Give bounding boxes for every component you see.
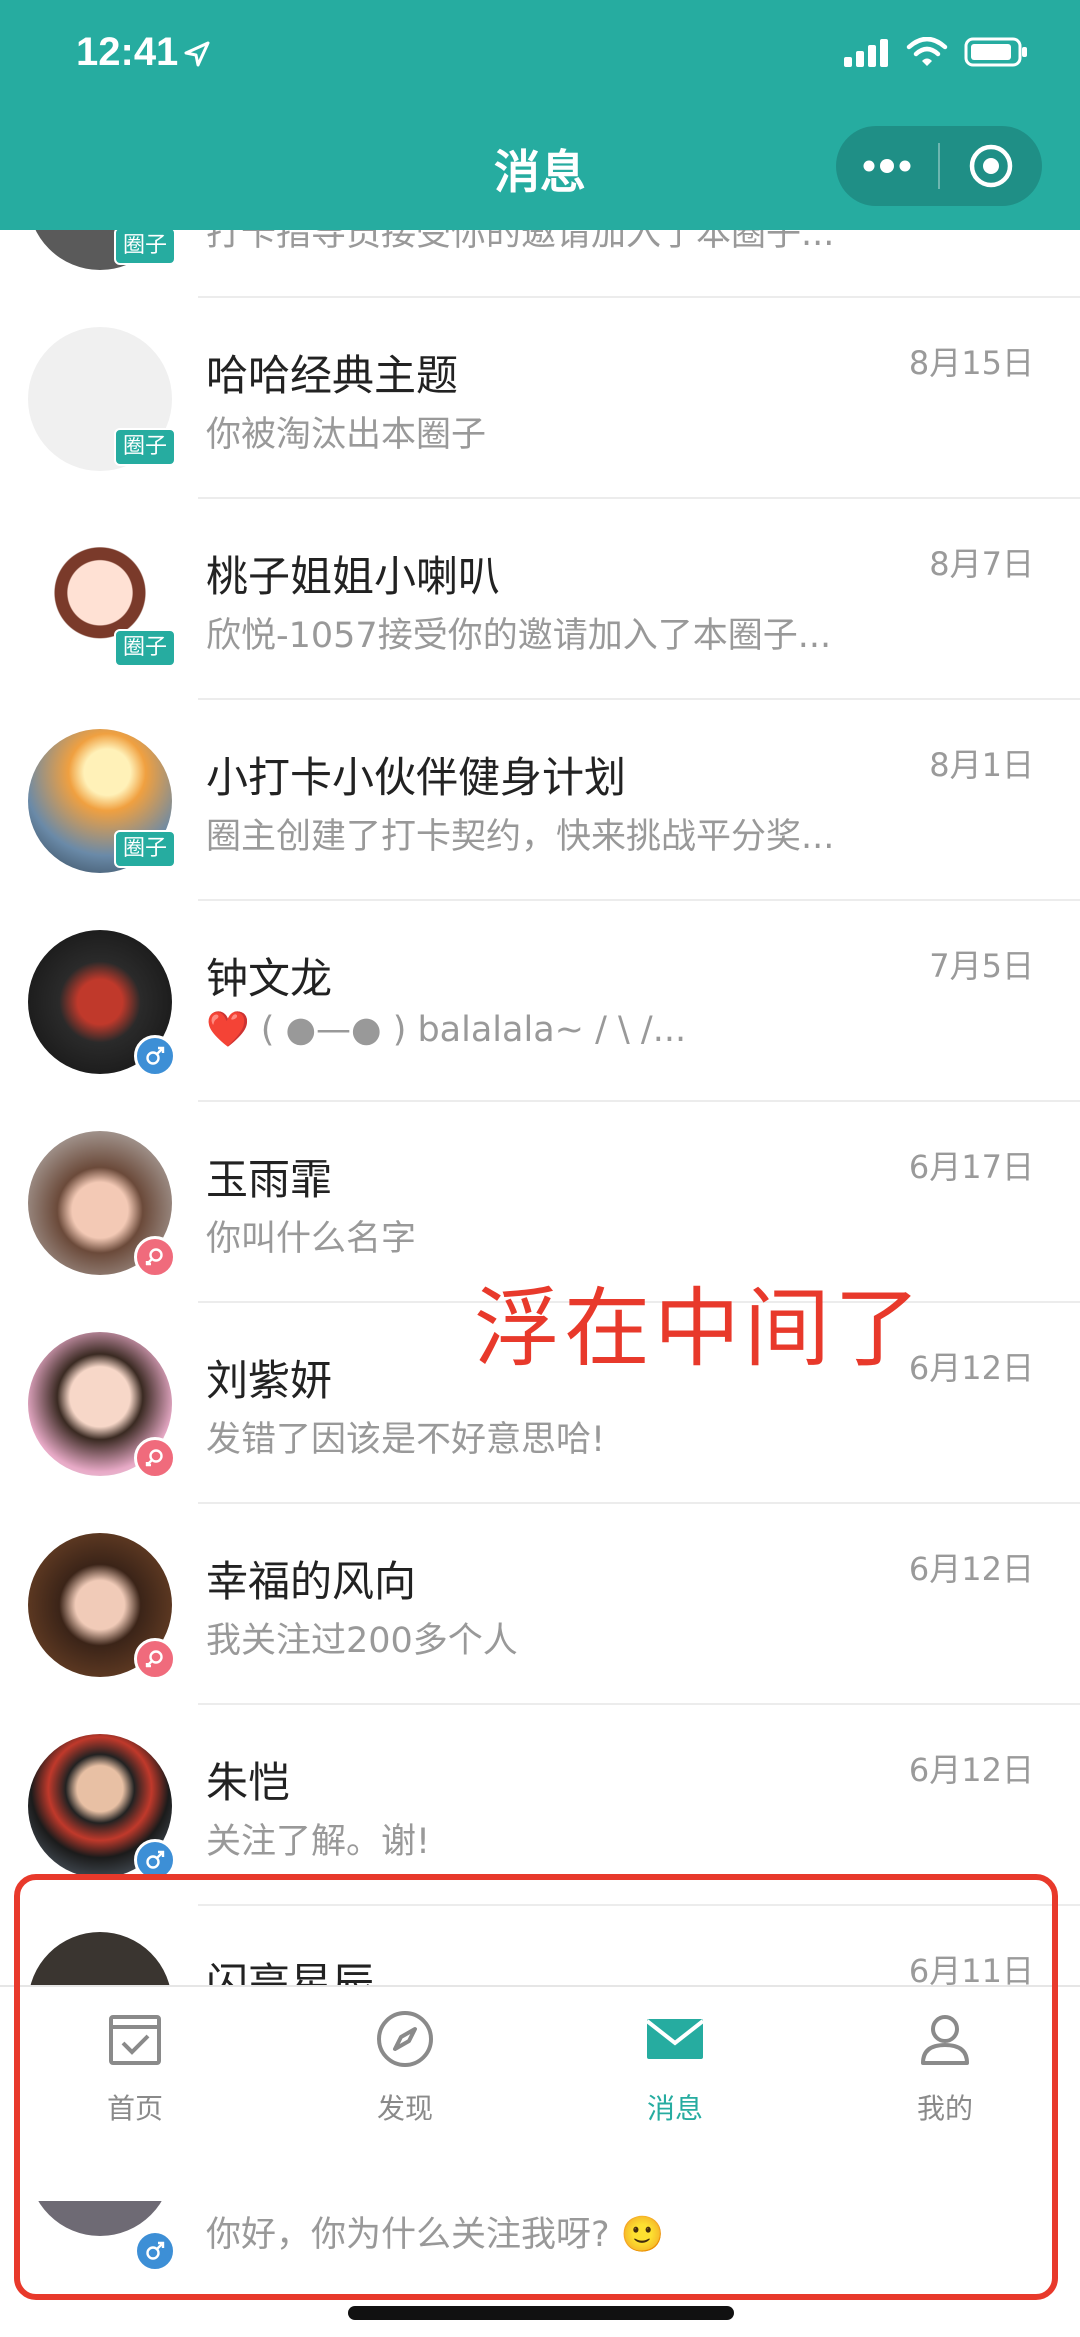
chat-preview: 关注了解。谢! xyxy=(206,1822,431,1862)
tab-label: 我的 xyxy=(916,2092,973,2125)
list-item[interactable]: 钟文龙 ❤️ ( ●—● ) balalala~ / \ /... 7月5日 xyxy=(0,901,1080,1102)
chat-name: 桃子姐姐小喇叭 xyxy=(206,552,501,601)
chat-preview: 我关注过200多个人 xyxy=(206,1621,518,1661)
chat-date: 6月17日 xyxy=(908,1148,1034,1186)
mail-icon xyxy=(645,2019,705,2059)
list-item[interactable]: 圈子 桃子姐姐小喇叭 欣悦-1057接受你的邀请加入了本圈子... 8月7日 xyxy=(0,499,1080,700)
status-time-text: 12:41 xyxy=(76,30,179,74)
status-time: 12:41 xyxy=(76,30,212,75)
chat-date: 8月1日 xyxy=(929,746,1034,784)
chat-name: 玉雨霏 xyxy=(206,1155,333,1204)
tab-profile[interactable]: 我的 xyxy=(810,1987,1080,2201)
chat-date: 7月5日 xyxy=(929,947,1034,985)
battery-icon xyxy=(964,37,1027,67)
tab-discover[interactable]: 发现 xyxy=(270,1987,540,2201)
chat-preview: 你好，你为什么关注我呀? 🙂 xyxy=(206,2215,665,2255)
chat-preview: 你叫什么名字 xyxy=(206,1219,417,1259)
chat-name: 钟文龙 xyxy=(206,954,333,1003)
female-icon xyxy=(134,1638,176,1680)
chat-date: 6月12日 xyxy=(908,1349,1034,1387)
chat-date: 6月12日 xyxy=(908,1550,1034,1588)
tab-label: 消息 xyxy=(646,2092,703,2125)
male-icon xyxy=(134,1839,176,1881)
list-item[interactable]: 圈子 哈哈经典主题 你被淘汰出本圈子 8月15日 xyxy=(0,298,1080,499)
chat-preview: 发错了因该是不好意思哈! xyxy=(206,1420,606,1460)
chat-name: 刘紫妍 xyxy=(206,1356,333,1405)
more-dots-icon xyxy=(863,159,911,173)
compass-icon xyxy=(377,2011,433,2067)
chat-date: 8月7日 xyxy=(929,545,1034,583)
chat-preview: ❤️ ( ●—● ) balalala~ / \ /... xyxy=(206,1010,687,1050)
tab-messages[interactable]: 消息 xyxy=(540,1987,810,2201)
male-icon xyxy=(134,2230,176,2272)
list-item[interactable]: 幸福的风向 我关注过200多个人 6月12日 xyxy=(0,1504,1080,1705)
chat-name: 幸福的风向 xyxy=(206,1557,417,1606)
status-icons xyxy=(844,36,1028,68)
app-header: 12:41 消息 xyxy=(0,0,1080,230)
tab-home[interactable]: 首页 xyxy=(0,1987,270,2201)
chat-preview: 你被淘汰出本圈子 xyxy=(206,415,487,455)
chat-name: 朱恺 xyxy=(206,1758,291,1807)
home-indicator xyxy=(348,2306,734,2320)
tab-bar: 首页 发现 消息 我的 xyxy=(0,1985,1080,2201)
tab-label: 首页 xyxy=(106,2092,163,2125)
circle-badge: 圈子 xyxy=(114,428,176,466)
annotation-label: 浮在中间了 xyxy=(474,1279,924,1379)
target-icon xyxy=(969,144,1013,188)
mini-program-capsule xyxy=(836,126,1042,206)
more-button[interactable] xyxy=(836,126,938,206)
person-icon xyxy=(921,2015,969,2065)
male-icon xyxy=(134,1035,176,1077)
checkbox-calendar-icon xyxy=(109,2015,161,2065)
chat-name: 小打卡小伙伴健身计划 xyxy=(206,753,627,802)
wifi-icon xyxy=(906,37,948,66)
female-icon xyxy=(134,1236,176,1278)
close-button[interactable] xyxy=(940,126,1042,206)
chat-preview: 欣悦-1057接受你的邀请加入了本圈子... xyxy=(206,616,832,656)
chat-preview: 圈主创建了打卡契约，快来挑战平分奖... xyxy=(206,817,835,857)
signal-icon xyxy=(844,39,888,67)
circle-badge: 圈子 xyxy=(114,227,176,265)
chat-date: 8月15日 xyxy=(908,344,1034,382)
circle-badge: 圈子 xyxy=(114,830,176,868)
tab-label: 发现 xyxy=(376,2092,433,2125)
chat-name: 哈哈经典主题 xyxy=(206,351,459,400)
location-arrow-icon xyxy=(184,41,210,67)
female-icon xyxy=(134,1437,176,1479)
list-item[interactable]: 朱恺 关注了解。谢! 6月12日 xyxy=(0,1705,1080,1906)
circle-badge: 圈子 xyxy=(114,629,176,667)
chat-date: 6月12日 xyxy=(908,1751,1034,1789)
list-item[interactable]: 圈子 小打卡小伙伴健身计划 圈主创建了打卡契约，快来挑战平分奖... 8月1日 xyxy=(0,700,1080,901)
